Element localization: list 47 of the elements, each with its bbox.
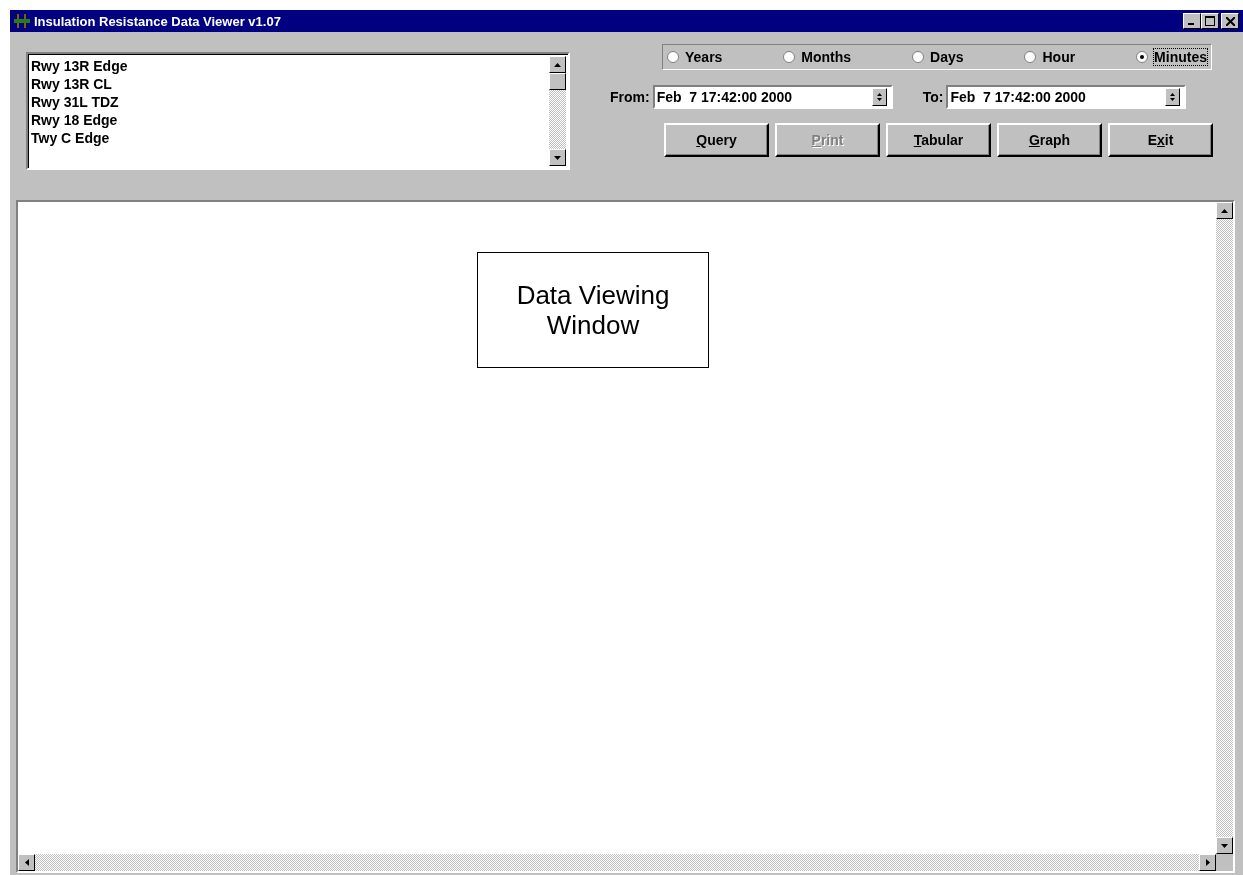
down-arrow-icon	[1221, 843, 1228, 848]
action-button[interactable]: Graph	[997, 123, 1102, 157]
up-arrow-icon	[554, 62, 561, 67]
location-item[interactable]: Rwy 13R CL	[31, 75, 549, 93]
down-arrow-icon	[554, 155, 561, 160]
radio-icon[interactable]	[1136, 51, 1149, 63]
radio-icon[interactable]	[912, 51, 925, 63]
location-item[interactable]: Rwy 18 Edge	[31, 111, 549, 129]
period-radio[interactable]: Years	[667, 49, 723, 65]
action-button[interactable]: Exit	[1108, 123, 1213, 157]
close-button[interactable]	[1221, 13, 1239, 29]
action-button[interactable]: Query	[664, 123, 769, 157]
period-radio[interactable]: Hour	[1024, 49, 1076, 65]
spin-buttons[interactable]	[1165, 88, 1181, 106]
window-title: Insulation Resistance Data Viewer v1.07	[34, 13, 282, 29]
right-arrow-icon	[1205, 859, 1210, 866]
location-item[interactable]: Twy C Edge	[31, 129, 549, 147]
radio-icon[interactable]	[1024, 51, 1037, 63]
scroll-right-button[interactable]	[1199, 854, 1216, 871]
maximize-button[interactable]	[1201, 13, 1219, 29]
scroll-left-button[interactable]	[18, 854, 35, 871]
period-radio[interactable]: Days	[912, 49, 964, 65]
left-arrow-icon	[24, 859, 29, 866]
from-date-field[interactable]: Feb 7 17:42:00 2000	[652, 85, 893, 109]
period-radio[interactable]: Minutes	[1136, 49, 1207, 65]
to-date-field[interactable]: Feb 7 17:42:00 2000	[946, 85, 1187, 109]
maximize-icon	[1205, 16, 1215, 26]
radio-icon[interactable]	[667, 51, 679, 63]
scrollbar-thumb[interactable]	[549, 73, 566, 90]
data-view-note: Data Viewing Window	[477, 252, 709, 368]
location-item[interactable]: Rwy 31L TDZ	[31, 93, 549, 111]
to-label: To:	[922, 89, 944, 105]
period-radio[interactable]: Months	[783, 49, 852, 65]
minimize-button[interactable]	[1183, 13, 1201, 29]
up-arrow-icon	[1221, 208, 1228, 213]
close-icon	[1225, 16, 1235, 26]
location-list[interactable]: Rwy 13R Edge Rwy 13R CL Rwy 31L TDZ Rwy 18 Edge Twy C Edge	[26, 52, 570, 170]
app-icon	[14, 13, 30, 29]
from-label: From:	[610, 89, 650, 105]
location-item[interactable]: Rwy 13R Edge	[31, 57, 549, 75]
radio-icon[interactable]	[783, 51, 796, 63]
spin-buttons[interactable]	[871, 88, 887, 106]
action-button[interactable]: Tabular	[886, 123, 991, 157]
scroll-down-button[interactable]	[1216, 837, 1233, 854]
scroll-down-button[interactable]	[549, 149, 566, 166]
scroll-up-button[interactable]	[549, 56, 566, 73]
scroll-up-button[interactable]	[1216, 202, 1233, 219]
